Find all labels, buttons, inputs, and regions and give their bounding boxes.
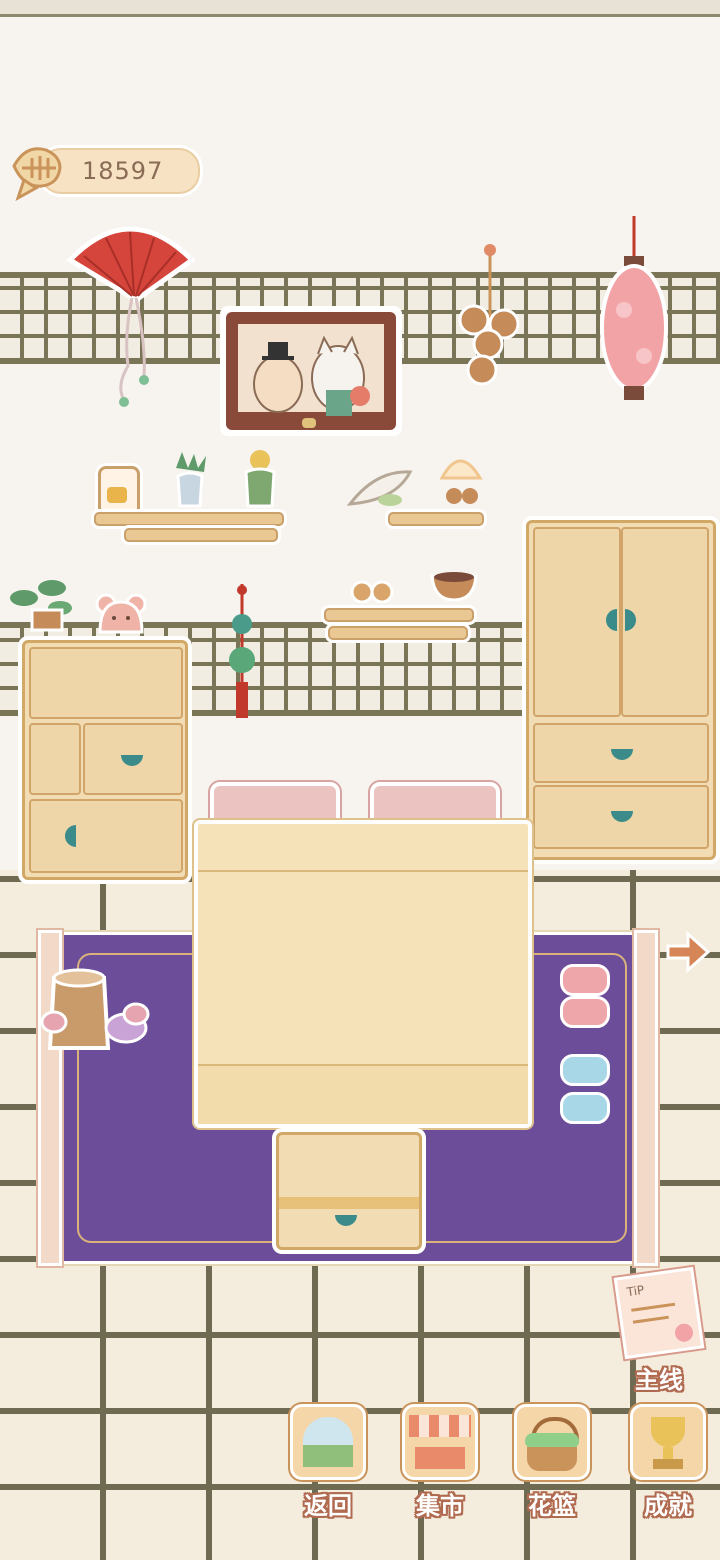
blue-slipper-left[interactable] [560, 1054, 610, 1086]
arrow-right-icon[interactable] [664, 930, 711, 974]
main-quest-label: 主线 [635, 1366, 683, 1394]
wardrobe-right-handle [625, 609, 636, 631]
drawer-handle [335, 1215, 357, 1226]
hanging-dried-fruit-decoration[interactable] [452, 240, 526, 400]
rug-rod-right [634, 930, 658, 1266]
feather-decoration[interactable] [346, 466, 414, 510]
left-bookcase-cabinet[interactable] [22, 640, 188, 880]
quest-note-text: TiP [625, 1282, 646, 1300]
red-fan-decoration[interactable] [66, 216, 196, 412]
wardrobe-drawer-upper[interactable] [533, 723, 709, 783]
flower-basket-button[interactable]: 花篮 [514, 1404, 590, 1521]
succulent-vase-decoration[interactable] [168, 450, 212, 510]
drawer-handle [611, 749, 633, 760]
right-wardrobe[interactable] [526, 520, 716, 860]
drawer-handle [121, 755, 143, 766]
cabinet-bottom-doors[interactable] [29, 799, 183, 873]
achievement-button[interactable]: 成就 [630, 1404, 706, 1521]
cabinet-top-compartment[interactable] [29, 647, 183, 719]
achievement-label: 成就 [644, 1492, 692, 1520]
wall-shelf-upper-left-lower [124, 528, 278, 542]
return-button[interactable]: 返回 [290, 1404, 366, 1521]
pear-figurines-decoration[interactable] [350, 570, 394, 604]
wardrobe-left-door[interactable] [533, 527, 621, 717]
fishbone-icon [8, 136, 66, 202]
tree-stump-mushroom-stool[interactable] [40, 966, 152, 1056]
potted-plant-decoration[interactable] [4, 574, 80, 638]
door-handle [65, 825, 76, 847]
cat-mouse-portrait[interactable] [220, 306, 402, 436]
window-return-icon [290, 1404, 366, 1480]
mushroom-lamp-decoration[interactable] [436, 448, 486, 510]
trophy-icon [630, 1404, 706, 1480]
wardrobe-right-door[interactable] [621, 527, 709, 717]
cabinet-drawer-middle[interactable] [83, 723, 183, 795]
quest-note-icon: TiP [613, 1266, 705, 1360]
pink-slipper-right[interactable] [560, 996, 610, 1028]
mouse-figurine-decoration[interactable] [94, 592, 148, 636]
wardrobe-left-handle [606, 609, 617, 631]
flower-basket-icon [514, 1404, 590, 1480]
chinese-knot-charm[interactable] [226, 584, 258, 724]
bowl-decoration[interactable] [430, 568, 478, 602]
blue-slipper-right[interactable] [560, 1092, 610, 1124]
wall-shelf-middle-lower [328, 626, 468, 640]
wardrobe-drawer-lower[interactable] [533, 785, 709, 849]
wall-trim [0, 0, 720, 17]
return-label: 返回 [304, 1492, 352, 1520]
market-label: 集市 [416, 1492, 464, 1520]
currency-value: 18597 [82, 157, 164, 185]
bedside-drawer-chest[interactable] [276, 1132, 422, 1250]
futon-bed[interactable] [194, 820, 532, 1128]
pink-slipper-left[interactable] [560, 964, 610, 996]
main-quest-button[interactable]: TiP 主线 [613, 1266, 705, 1395]
wall-shelf-upper-left [94, 512, 284, 526]
jar-decoration[interactable] [98, 466, 140, 516]
cabinet-left-compartment[interactable] [29, 723, 81, 795]
market-button[interactable]: 集市 [402, 1404, 478, 1521]
drawer-handle [611, 811, 633, 822]
wall-shelf-middle [324, 608, 474, 622]
green-vase-decoration[interactable] [240, 450, 280, 510]
market-stall-icon [402, 1404, 478, 1480]
pink-lantern-decoration[interactable] [598, 216, 670, 402]
flower-basket-label: 花篮 [528, 1492, 576, 1520]
wall-shelf-upper-right [388, 512, 484, 526]
